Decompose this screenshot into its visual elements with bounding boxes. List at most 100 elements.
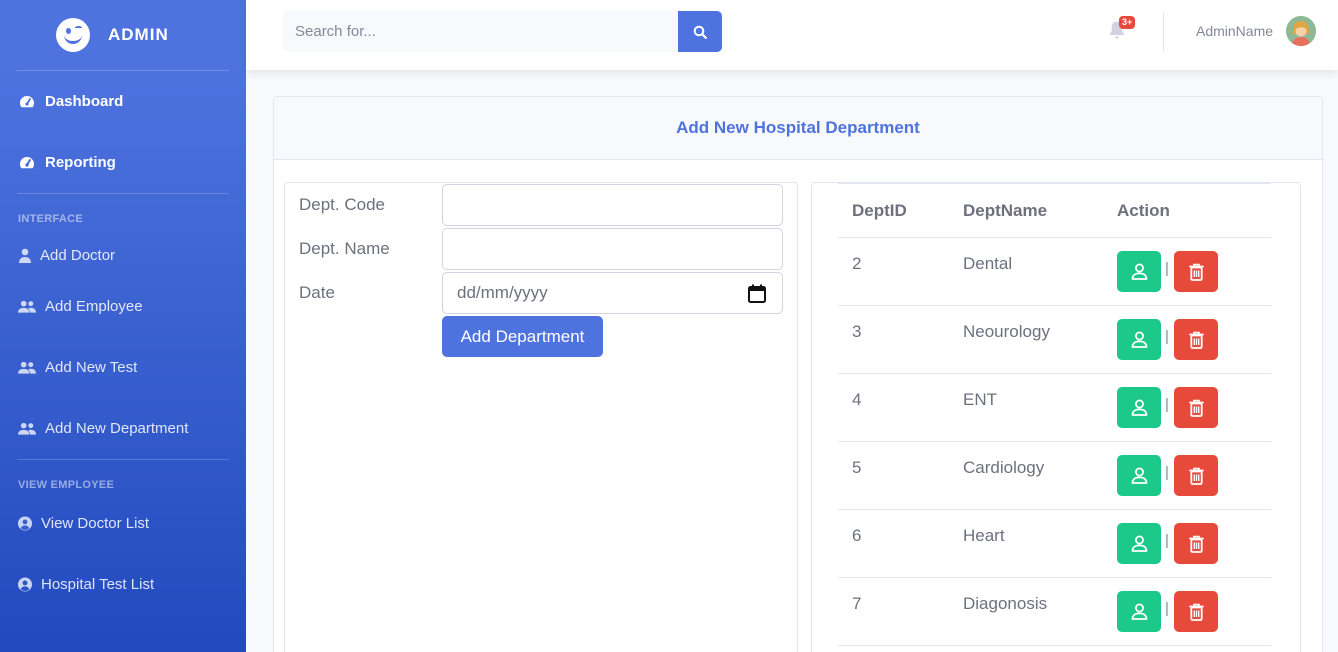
users-icon [18,299,36,315]
table-header: DeptID DeptName Action [838,183,1271,238]
column-header-deptid: DeptID [852,201,907,220]
trash-icon [1188,331,1204,349]
dept-name-cell: Cardiology [963,458,1045,477]
delete-button[interactable] [1174,387,1218,428]
sidebar-item-add-new-department[interactable]: Add New Department [0,398,246,459]
delete-button[interactable] [1174,523,1218,564]
dept-name-cell: Dental [963,254,1013,273]
sidebar-heading-interface: INTERFACE [18,213,84,225]
date-label: Date [299,283,335,302]
column-header-action: Action [1117,201,1170,220]
dept-name-cell: Neourology [963,322,1050,341]
action-separator: | [1165,328,1169,345]
dept-id-cell: 4 [852,390,862,409]
action-separator: | [1165,600,1169,617]
sidebar-item-label: Add Doctor [40,246,116,264]
sidebar-heading-view-employee: VIEW EMPLOYEE [18,479,115,491]
trash-icon [1188,603,1204,621]
laugh-wink-icon [56,18,90,52]
delete-button[interactable] [1174,251,1218,292]
sidebar-item-label: Add Employee [45,298,143,315]
edit-button[interactable] [1117,591,1161,632]
table-row: 2 Dental | [838,238,1271,306]
tachometer-icon [18,94,36,110]
card-title: Add New Hospital Department [274,97,1322,160]
table-row: 6 Heart | [838,510,1271,578]
date-input[interactable]: dd/mm/yyyy [442,272,783,314]
table-row: 7 Diagonosis | [838,578,1271,646]
user-icon [1131,399,1147,416]
sidebar-brand[interactable]: ADMIN [0,0,246,70]
tachometer-icon [18,155,36,171]
topbar: 3+ AdminName [246,0,1338,70]
action-separator: | [1165,396,1169,413]
dept-id-cell: 2 [852,254,862,273]
edit-button[interactable] [1117,523,1161,564]
dept-name-cell: Diagonosis [963,594,1048,613]
column-header-deptname: DeptName [963,201,1048,220]
calendar-icon[interactable] [748,284,766,308]
user-icon [1131,467,1147,484]
dept-name-cell: ENT [963,390,997,409]
form-row-code: Dept. Code [285,183,799,226]
dept-id-cell: 3 [852,322,862,341]
sidebar-item-reporting[interactable]: Reporting [0,132,246,193]
dept-name-input[interactable] [442,228,783,270]
search-group [283,11,722,52]
dept-code-input[interactable] [442,184,783,226]
sidebar-item-label: Reporting [45,154,116,171]
sidebar-item-add-new-test[interactable]: Add New Test [0,337,246,398]
delete-button[interactable] [1174,591,1218,632]
department-form: Dept. Code Dept. Name Date dd/mm/yyyy Ad… [284,182,798,652]
date-placeholder: dd/mm/yyyy [457,283,548,302]
user-icon [1131,331,1147,348]
search-input[interactable] [283,11,679,52]
dept-id-cell: 7 [852,594,862,613]
department-table: DeptID DeptName Action 2 Dental | 3 Neou… [811,182,1301,652]
edit-button[interactable] [1117,319,1161,360]
trash-icon [1188,263,1204,281]
search-icon [693,25,707,39]
sidebar-item-label: Add New Department [45,420,189,437]
dept-name-cell: Heart [963,526,1005,545]
edit-button[interactable] [1117,251,1161,292]
user-circle-icon [18,576,32,592]
brand-title: ADMIN [108,25,169,44]
sidebar-item-view-doctor-list[interactable]: View Doctor List [0,500,246,546]
search-button[interactable] [678,11,722,52]
sidebar-item-label: Add New Test [45,359,138,376]
sidebar-item-dashboard[interactable]: Dashboard [0,71,246,132]
table-row: 4 ENT | [838,374,1271,442]
delete-button[interactable] [1174,319,1218,360]
table-row: 5 Cardiology | [838,442,1271,510]
username[interactable]: AdminName [1196,23,1273,39]
form-row-date: Date dd/mm/yyyy [285,271,799,314]
users-icon [18,421,36,437]
avatar[interactable] [1286,16,1316,46]
delete-button[interactable] [1174,455,1218,496]
department-card: Add New Hospital Department Dept. Code D… [273,96,1323,652]
sidebar-item-add-employee[interactable]: Add Employee [0,276,246,337]
user-icon [1131,603,1147,620]
sidebar-item-label: Dashboard [45,93,124,110]
trash-icon [1188,535,1204,553]
user-circle-icon [18,515,32,531]
sidebar: ADMIN Dashboard Reporting INTERFACE Add … [0,0,246,652]
user-icon [1131,263,1147,280]
sidebar-item-label: Hospital Test List [41,575,155,593]
dept-code-label: Dept. Code [299,195,385,214]
form-row-name: Dept. Name [285,227,799,270]
sidebar-item-add-doctor[interactable]: Add Doctor [0,234,246,276]
trash-icon [1188,399,1204,417]
topbar-divider [1163,12,1164,52]
action-separator: | [1165,464,1169,481]
edit-button[interactable] [1117,455,1161,496]
trash-icon [1188,467,1204,485]
add-department-button[interactable]: Add Department [442,316,603,357]
edit-button[interactable] [1117,387,1161,428]
sidebar-item-hospital-test-list[interactable]: Hospital Test List [0,546,246,622]
user-icon [1131,535,1147,552]
dept-name-label: Dept. Name [299,239,390,258]
action-separator: | [1165,532,1169,549]
sidebar-item-label: View Doctor List [41,514,150,532]
